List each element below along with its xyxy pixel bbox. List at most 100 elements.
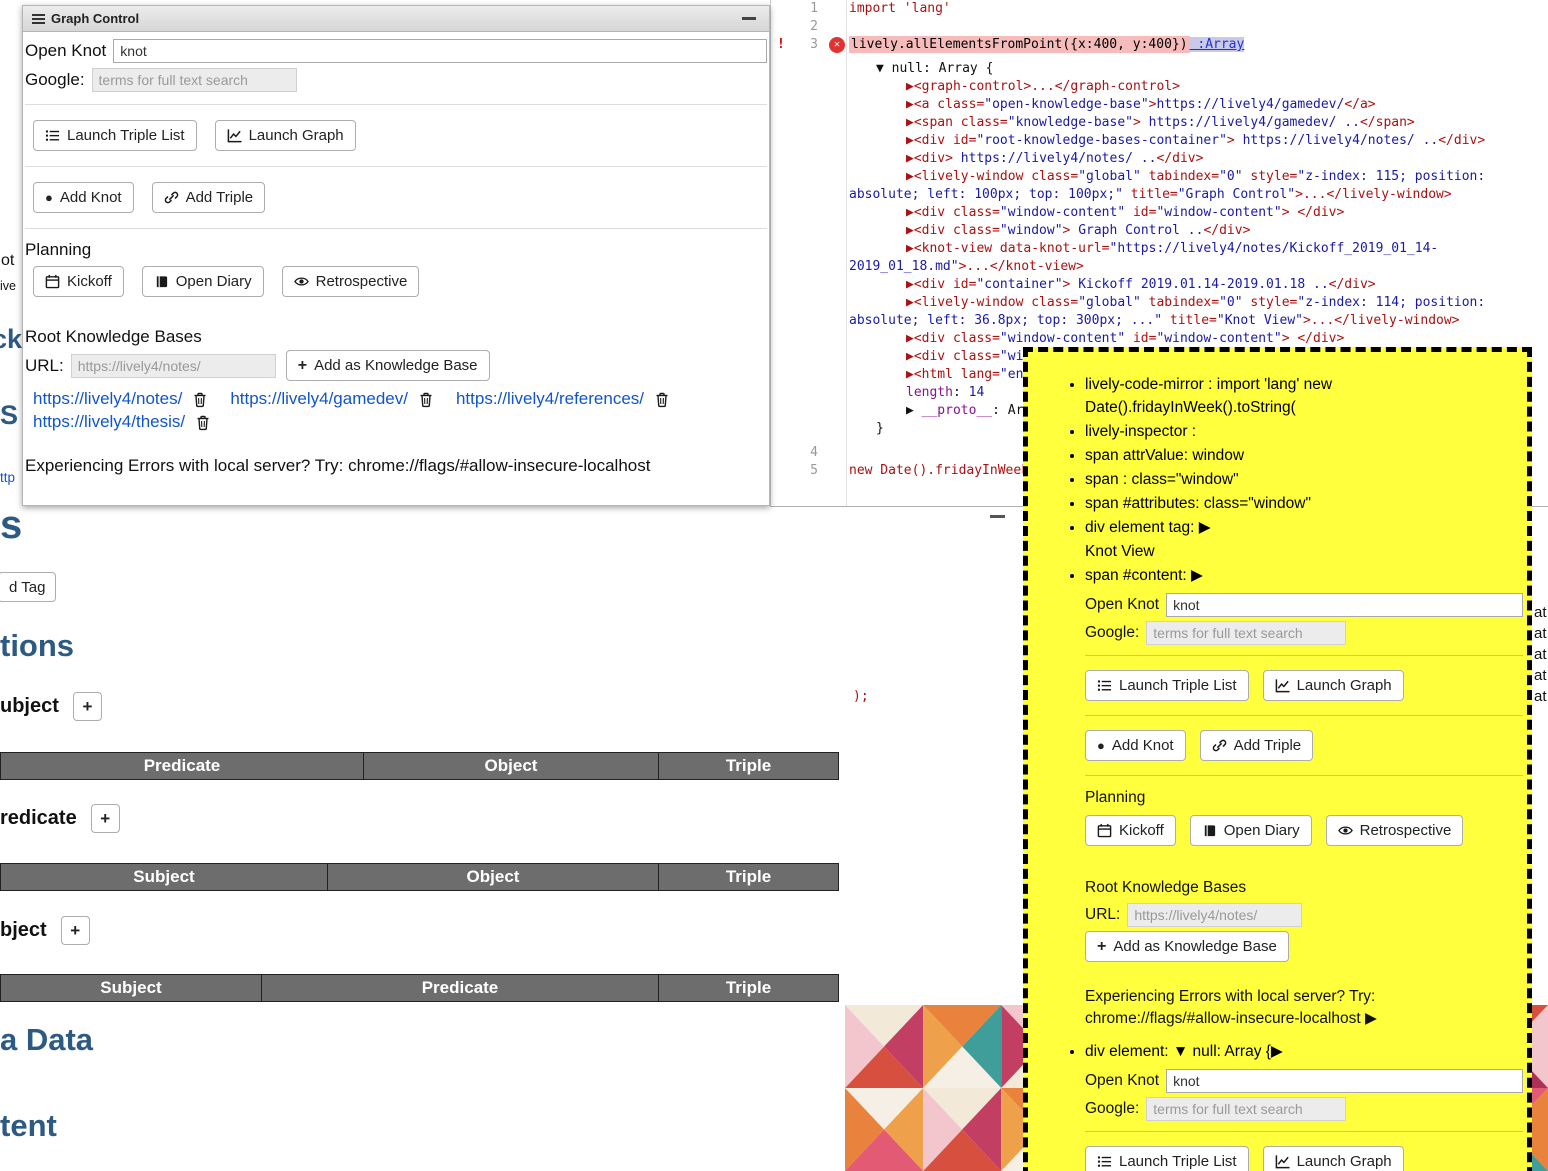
- chart-icon: [1275, 1154, 1290, 1169]
- inspector-node[interactable]: ▶<a class="open-knowledge-base">https://…: [849, 96, 1548, 114]
- minimize-icon[interactable]: [742, 17, 756, 20]
- link-icon: [164, 190, 179, 205]
- relations-heading-fragment: tions: [0, 628, 74, 664]
- inspector-node[interactable]: ▶<div class="window"> Graph Control ..</…: [849, 222, 1548, 240]
- clipped-text-fragment: at: [1534, 688, 1547, 705]
- add-triple-button[interactable]: Add Triple: [1200, 730, 1314, 761]
- list-icon: [1097, 1154, 1112, 1169]
- predicate-label: redicate: [0, 807, 77, 830]
- add-tag-button[interactable]: d Tag: [0, 572, 56, 602]
- divider: [1085, 775, 1523, 776]
- result-annotation-link[interactable]: :Array: [1190, 37, 1245, 52]
- google-search-input[interactable]: [1146, 1097, 1346, 1121]
- chart-icon: [227, 128, 242, 143]
- add-object-button[interactable]: +: [61, 916, 90, 945]
- kb-url-input[interactable]: [1127, 903, 1302, 927]
- launch-triple-list-button[interactable]: Launch Triple List: [1085, 670, 1249, 701]
- trash-icon[interactable]: [192, 391, 208, 408]
- retrospective-button[interactable]: Retrospective: [1326, 815, 1464, 846]
- column-header: Predicate: [1, 753, 364, 779]
- overlay-item-text: div element tag: ▶: [1085, 519, 1211, 536]
- inspector-node[interactable]: ▶<knot-view data-knot-url="https://livel…: [849, 240, 1548, 276]
- trash-icon[interactable]: [654, 391, 670, 408]
- line-number: 5: [771, 462, 846, 480]
- add-kb-button[interactable]: + Add as Knowledge Base: [1085, 931, 1289, 962]
- inspector-node[interactable]: ▶<div class="window-content" id="window-…: [849, 204, 1548, 222]
- add-predicate-button[interactable]: +: [91, 804, 120, 833]
- overlay-item-code-mirror: lively-code-mirror : import 'lang' new D…: [1085, 373, 1523, 419]
- inspector-node[interactable]: ▶<div id="root-knowledge-bases-container…: [849, 132, 1548, 150]
- open-diary-button[interactable]: Open Diary: [1190, 815, 1312, 846]
- google-search-input[interactable]: [1146, 621, 1346, 645]
- button-label: Add Triple: [1234, 737, 1302, 754]
- launch-triple-list-button[interactable]: Launch Triple List: [33, 120, 197, 151]
- inspector-node[interactable]: ▶<span class="knowledge-base"> https://l…: [849, 114, 1548, 132]
- inspector-node[interactable]: ▶<lively-window class="global" tabindex=…: [849, 294, 1548, 330]
- code-line-row: !3 ✕ lively.allElementsFromPoint({x:400,…: [771, 36, 1548, 54]
- local-server-hint: Experiencing Errors with local server? T…: [1085, 986, 1523, 1030]
- knowledge-base-link[interactable]: https://lively4/notes/: [33, 389, 182, 409]
- kb-link-list: https://lively4/notes/https://lively4/ga…: [25, 389, 767, 432]
- column-header: Triple: [659, 975, 838, 1001]
- add-knot-button[interactable]: ● Add Knot: [33, 182, 134, 213]
- button-label: Launch Triple List: [1119, 1153, 1237, 1170]
- list-icon: [1097, 678, 1112, 693]
- add-triple-button[interactable]: Add Triple: [152, 182, 266, 213]
- url-label: URL:: [25, 356, 64, 376]
- knowledge-base-entry: https://lively4/references/: [456, 389, 670, 409]
- button-label: Retrospective: [316, 273, 408, 290]
- kb-url-input[interactable]: [71, 354, 276, 378]
- open-knot-input[interactable]: [1166, 1069, 1523, 1093]
- add-kb-button[interactable]: + Add as Knowledge Base: [286, 350, 490, 381]
- eye-icon: [294, 274, 309, 289]
- window-titlebar[interactable]: Graph Control: [23, 6, 769, 32]
- inspector-node[interactable]: ▶<div> https://lively4/notes/ ..</div>: [849, 150, 1548, 168]
- code-line-row: 1 import 'lang': [771, 0, 1548, 18]
- launch-graph-button[interactable]: Launch Graph: [215, 120, 356, 151]
- open-knot-input[interactable]: [1166, 593, 1523, 617]
- inspector-node[interactable]: ▼ null: Array {: [849, 60, 1548, 78]
- evaluated-expression[interactable]: lively.allElementsFromPoint({x:400, y:40…: [849, 36, 1190, 53]
- google-search-input[interactable]: [92, 68, 297, 92]
- retrospective-button[interactable]: Retrospective: [282, 266, 420, 297]
- window-menu-icon[interactable]: [32, 14, 45, 24]
- triple-table-header: SubjectObjectTriple: [0, 863, 839, 891]
- kickoff-button[interactable]: Kickoff: [33, 266, 124, 297]
- button-label: Launch Graph: [1297, 1153, 1392, 1170]
- heading-fragment: S: [0, 400, 18, 431]
- open-diary-button[interactable]: Open Diary: [142, 266, 264, 297]
- knowledge-base-link[interactable]: https://lively4/thesis/: [33, 412, 185, 432]
- minimize-icon[interactable]: [990, 515, 1005, 518]
- add-knot-button[interactable]: ● Add Knot: [1085, 730, 1186, 761]
- inspector-node[interactable]: ▶<div id="container"> Kickoff 2019.01.14…: [849, 276, 1548, 294]
- trash-icon[interactable]: [195, 414, 211, 431]
- add-subject-button[interactable]: +: [73, 692, 102, 721]
- code-fragment: );: [853, 689, 869, 704]
- local-server-hint: Experiencing Errors with local server? T…: [25, 454, 767, 477]
- inspector-node[interactable]: ▶<graph-control>...</graph-control>: [849, 78, 1548, 96]
- open-knot-input[interactable]: [113, 39, 767, 63]
- launch-triple-list-button[interactable]: Launch Triple List: [1085, 1146, 1249, 1171]
- inspector-node[interactable]: ▶<div class="window-content" id="window-…: [849, 330, 1548, 348]
- overlay-item-span-attrvalue: span attrValue: window: [1085, 444, 1523, 467]
- launch-graph-button[interactable]: Launch Graph: [1263, 1146, 1404, 1171]
- kickoff-button[interactable]: Kickoff: [1085, 815, 1176, 846]
- error-icon[interactable]: ✕: [829, 37, 845, 53]
- button-label: Add Knot: [60, 189, 122, 206]
- link-fragment[interactable]: ttp: [0, 470, 15, 485]
- error-marker-icon: !: [777, 36, 785, 54]
- line-number: !3 ✕: [771, 36, 846, 54]
- launch-graph-button[interactable]: Launch Graph: [1263, 670, 1404, 701]
- line-number: 1: [771, 0, 846, 18]
- knowledge-base-link[interactable]: https://lively4/gamedev/: [230, 389, 408, 409]
- button-label: Retrospective: [1360, 822, 1452, 839]
- knowledge-base-link[interactable]: https://lively4/references/: [456, 389, 644, 409]
- column-header: Subject: [1, 864, 328, 890]
- expand-arrow-icon[interactable]: ▶: [1361, 1010, 1377, 1027]
- trash-icon[interactable]: [418, 391, 434, 408]
- inspector-node[interactable]: ▶<lively-window class="global" tabindex=…: [849, 168, 1548, 204]
- divider: [25, 104, 767, 105]
- section-heading-fragment: s: [0, 503, 22, 548]
- predicate-section: redicate +: [0, 804, 120, 833]
- knot-dot-icon: ●: [1097, 739, 1105, 752]
